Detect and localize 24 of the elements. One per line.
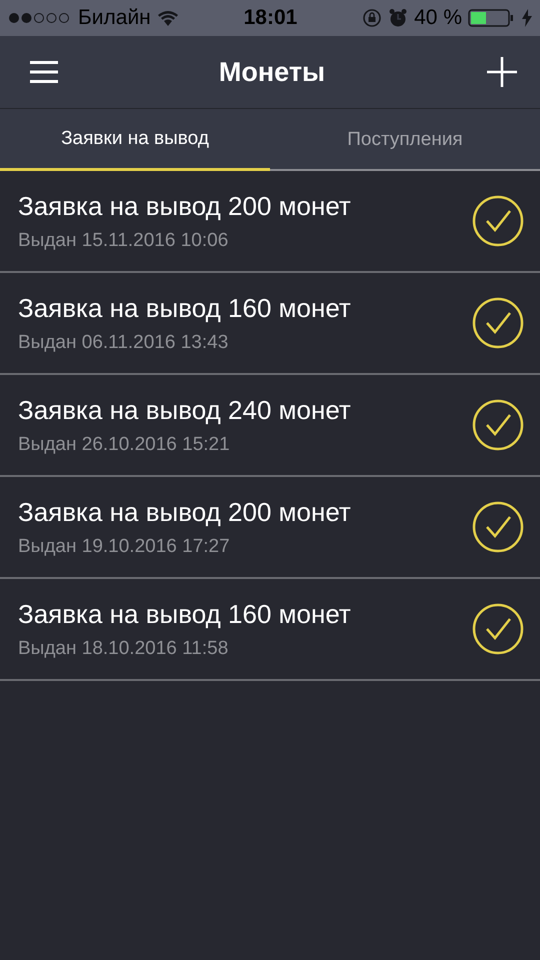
request-date: Выдан 19.10.2016 17:27 — [18, 536, 231, 558]
rotation-lock-icon — [362, 8, 382, 28]
signal-icon — [8, 12, 72, 24]
menu-button[interactable] — [30, 61, 58, 83]
screen-title: Монеты — [218, 56, 326, 88]
request-date: Выдан 15.11.2016 10:06 — [18, 230, 230, 252]
request-date: Выдан 18.10.2016 11:58 — [18, 638, 230, 660]
request-date: Выдан 06.11.2016 13:43 — [18, 332, 230, 354]
battery-percent: 40 % — [414, 6, 462, 30]
add-button[interactable] — [486, 56, 518, 88]
alarm-icon — [388, 8, 408, 28]
tab[interactable]: Заявки на вывод — [0, 109, 270, 171]
request-title: Заявка на вывод 160 монет — [18, 598, 351, 630]
request-title: Заявка на вывод 200 монет — [18, 496, 351, 528]
clock-time: 18:01 — [244, 6, 298, 30]
request-title: Заявка на вывод 160 монет — [18, 292, 351, 324]
charging-icon — [522, 9, 532, 27]
tab[interactable]: Поступления — [270, 109, 540, 171]
battery-icon — [468, 9, 516, 27]
wifi-icon — [156, 10, 179, 26]
request-date: Выдан 26.10.2016 15:21 — [18, 434, 231, 456]
request-title: Заявка на вывод 240 монет — [18, 394, 351, 426]
carrier-name: Билайн — [78, 6, 151, 30]
request-title: Заявка на вывод 200 монет — [18, 190, 351, 222]
